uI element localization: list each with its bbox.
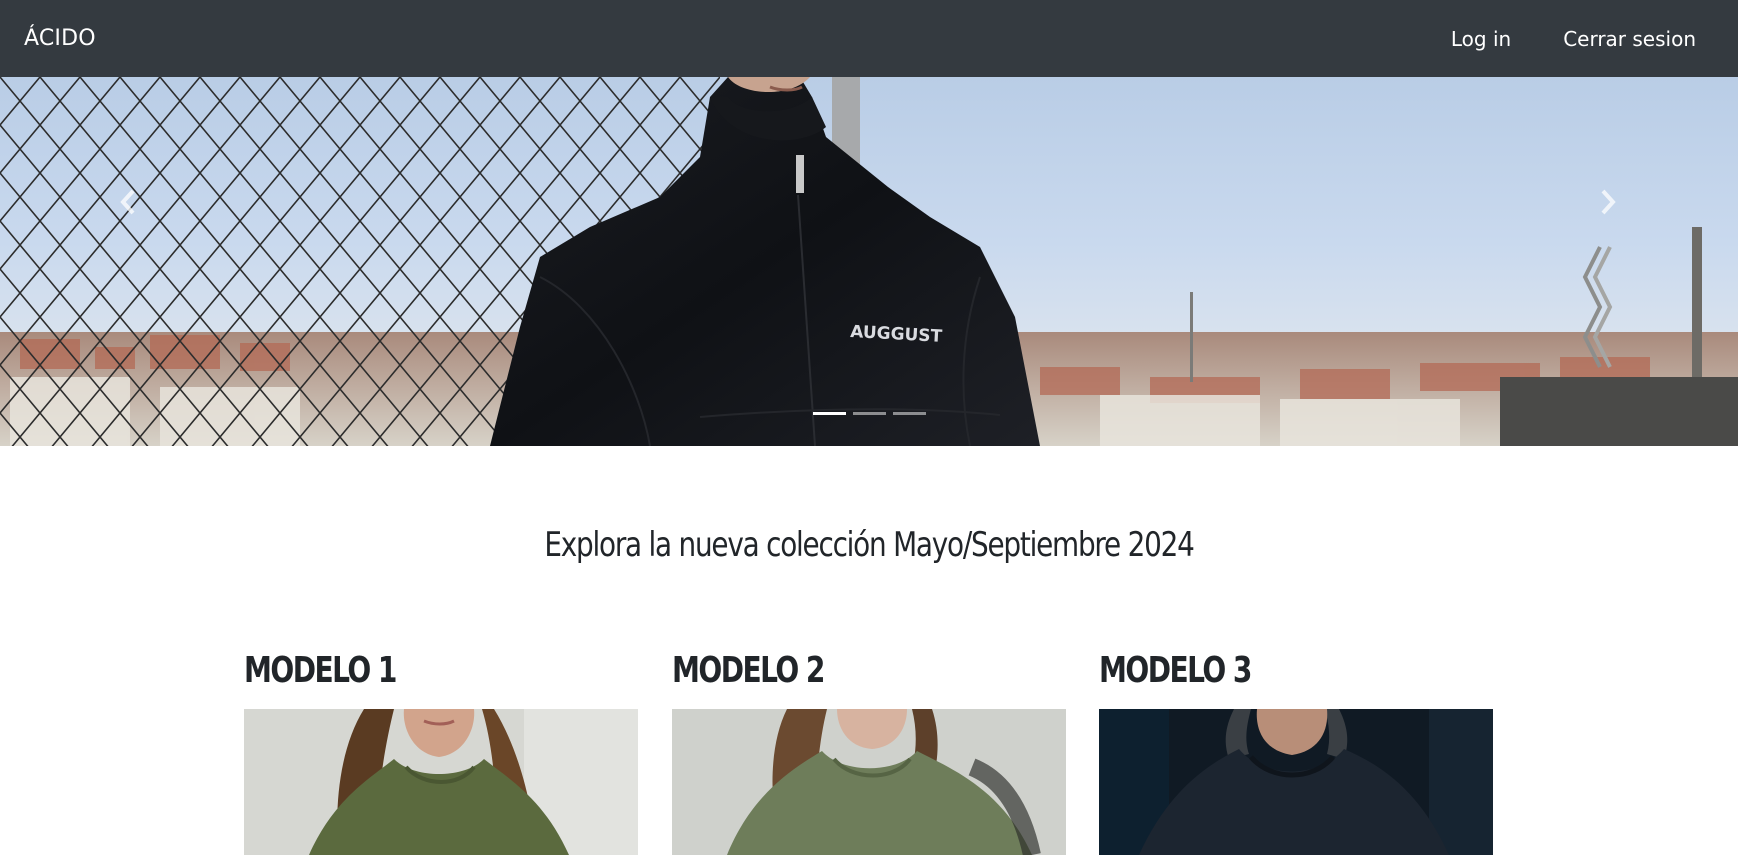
- model-card-3: MODELO 3: [1099, 648, 1493, 855]
- brand-logo[interactable]: ÁCIDO: [24, 26, 96, 51]
- model-image-3[interactable]: [1099, 709, 1493, 855]
- logout-link[interactable]: Cerrar sesion: [1563, 27, 1696, 51]
- model-image-1[interactable]: [244, 709, 638, 855]
- navbar: ÁCIDO Log in Cerrar sesion: [0, 0, 1738, 77]
- model-card-1: MODELO 1: [244, 648, 638, 855]
- hero-slide-image: AUGGUST: [0, 77, 1738, 446]
- models-grid: MODELO 1 MODELO 2 MODELO 3: [244, 648, 1494, 855]
- hero-carousel: AUGGUST: [0, 77, 1738, 446]
- collection-heading: Explora la nueva colección Mayo/Septiemb…: [544, 525, 1195, 565]
- carousel-indicator-3[interactable]: [892, 412, 926, 415]
- model-image-2[interactable]: [672, 709, 1066, 855]
- nav-links: Log in Cerrar sesion: [1451, 27, 1696, 51]
- chevron-right-icon: [1601, 189, 1616, 215]
- carousel-prev-button[interactable]: [108, 182, 148, 222]
- model-title: MODELO 3: [1099, 650, 1252, 691]
- model-title: MODELO 2: [672, 650, 825, 691]
- carousel-indicator-2[interactable]: [852, 412, 886, 415]
- carousel-next-button[interactable]: [1588, 182, 1628, 222]
- carousel-indicators: [0, 412, 1738, 415]
- login-link[interactable]: Log in: [1451, 27, 1511, 51]
- model-card-2: MODELO 2: [672, 648, 1066, 855]
- model-title: MODELO 1: [244, 650, 397, 691]
- chevron-left-icon: [120, 189, 135, 215]
- carousel-indicator-1[interactable]: [812, 412, 846, 415]
